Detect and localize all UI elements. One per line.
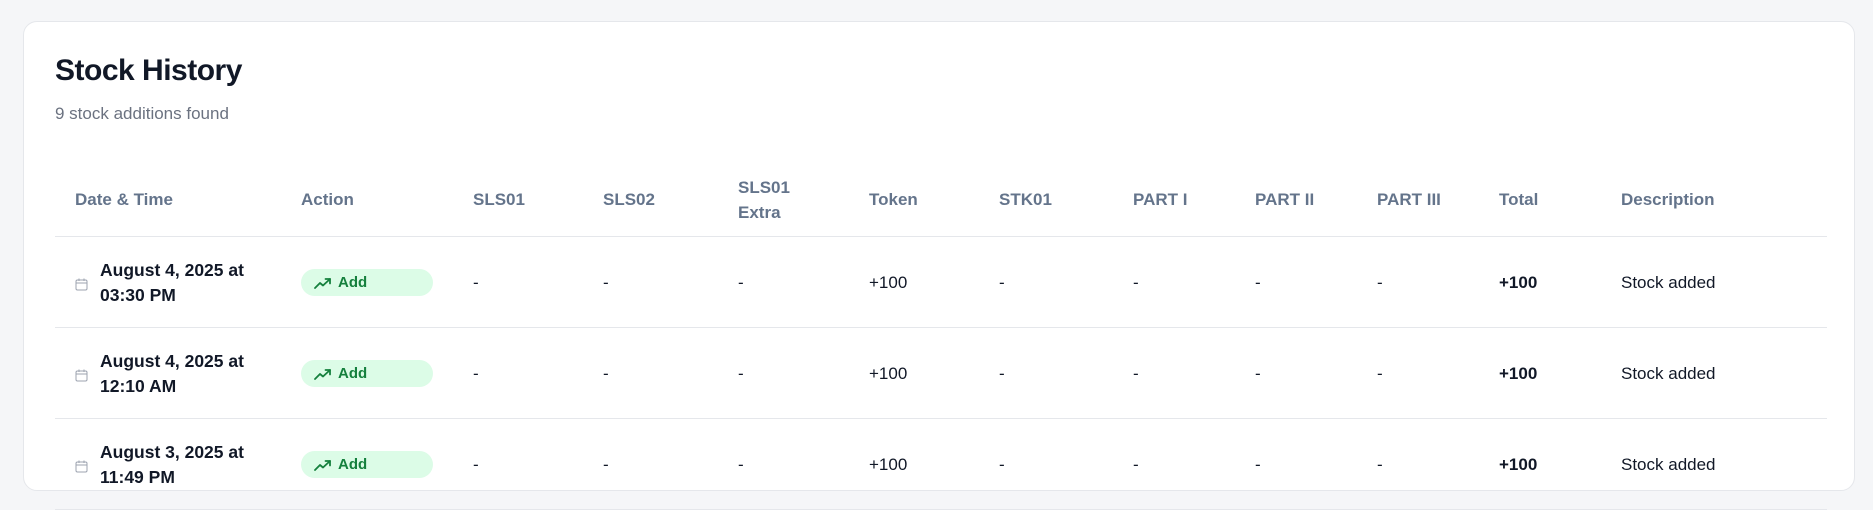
- part-iii-cell: -: [1377, 272, 1383, 292]
- results-count: 9 stock additions found: [55, 104, 229, 123]
- stock-history-table: Date & Time Action SLS01 SLS02 SLS01 Ext…: [55, 162, 1827, 510]
- column-header-part-ii[interactable]: PART II: [1255, 162, 1375, 237]
- date-cell: August 4, 2025 at 12:10 AM: [75, 328, 295, 419]
- part-iii-cell: -: [1377, 363, 1383, 383]
- column-header-stk01[interactable]: STK01: [999, 162, 1119, 237]
- sls01-cell: -: [473, 272, 479, 292]
- action-cell: Add: [301, 237, 451, 328]
- part-i-cell: -: [1133, 454, 1139, 474]
- table-row[interactable]: August 4, 2025 at 03:30 PM Add - - - +10…: [55, 237, 1827, 328]
- table-row[interactable]: August 3, 2025 at 11:49 PM Add - - - +10…: [55, 419, 1827, 510]
- sls01-extra-cell: -: [738, 272, 744, 292]
- column-header-part-i[interactable]: PART I: [1133, 162, 1253, 237]
- sls02-cell: -: [603, 454, 609, 474]
- action-label: Add: [338, 274, 368, 291]
- sls02-cell: -: [603, 272, 609, 292]
- trending-up-icon: [314, 459, 331, 471]
- part-ii-cell: -: [1255, 363, 1261, 383]
- column-header-part-iii[interactable]: PART III: [1377, 162, 1497, 237]
- total-cell: +100: [1499, 363, 1538, 383]
- sls01-extra-cell: -: [738, 363, 744, 383]
- calendar-icon: [75, 276, 88, 291]
- action-label: Add: [338, 365, 368, 382]
- date-time-value: August 3, 2025 at 11:49 PM: [100, 441, 244, 487]
- part-ii-cell: -: [1255, 272, 1261, 292]
- column-header-sls01-extra[interactable]: SLS01 Extra: [738, 162, 808, 237]
- description-cell: Stock added: [1621, 363, 1716, 383]
- sls01-cell: -: [473, 363, 479, 383]
- page-title: Stock History: [55, 54, 242, 87]
- stk01-cell: -: [999, 363, 1005, 383]
- part-i-cell: -: [1133, 272, 1139, 292]
- part-ii-cell: -: [1255, 454, 1261, 474]
- sls01-extra-cell: -: [738, 454, 744, 474]
- description-cell: Stock added: [1621, 272, 1716, 292]
- calendar-icon: [75, 458, 88, 473]
- date-time-value: August 4, 2025 at 12:10 AM: [100, 350, 244, 396]
- action-badge: Add: [301, 451, 433, 478]
- column-header-total[interactable]: Total: [1499, 162, 1619, 237]
- description-cell: Stock added: [1621, 454, 1716, 474]
- action-label: Add: [338, 456, 368, 473]
- stk01-cell: -: [999, 272, 1005, 292]
- date-time-value: August 4, 2025 at 03:30 PM: [100, 259, 244, 305]
- column-header-token[interactable]: Token: [869, 162, 989, 237]
- calendar-icon: [75, 367, 88, 382]
- stk01-cell: -: [999, 454, 1005, 474]
- column-header-description[interactable]: Description: [1621, 162, 1821, 237]
- part-i-cell: -: [1133, 363, 1139, 383]
- column-header-date[interactable]: Date & Time: [75, 162, 295, 237]
- action-badge: Add: [301, 360, 433, 387]
- column-header-sls01[interactable]: SLS01: [473, 162, 593, 237]
- column-header-sls02[interactable]: SLS02: [603, 162, 723, 237]
- token-cell: +100: [869, 363, 908, 383]
- action-badge: Add: [301, 269, 433, 296]
- trending-up-icon: [314, 277, 331, 289]
- trending-up-icon: [314, 368, 331, 380]
- table-row[interactable]: August 4, 2025 at 12:10 AM Add - - - +10…: [55, 328, 1827, 419]
- sls02-cell: -: [603, 363, 609, 383]
- date-cell: August 3, 2025 at 11:49 PM: [75, 419, 295, 510]
- action-cell: Add: [301, 328, 451, 419]
- total-cell: +100: [1499, 454, 1538, 474]
- sls01-cell: -: [473, 454, 479, 474]
- action-cell: Add: [301, 419, 451, 510]
- table-header: Date & Time Action SLS01 SLS02 SLS01 Ext…: [55, 162, 1827, 237]
- stock-history-card: Stock History 9 stock additions found Da…: [23, 21, 1855, 510]
- column-header-action[interactable]: Action: [301, 162, 451, 237]
- date-cell: August 4, 2025 at 03:30 PM: [75, 237, 295, 328]
- token-cell: +100: [869, 454, 908, 474]
- total-cell: +100: [1499, 272, 1538, 292]
- token-cell: +100: [869, 272, 908, 292]
- part-iii-cell: -: [1377, 454, 1383, 474]
